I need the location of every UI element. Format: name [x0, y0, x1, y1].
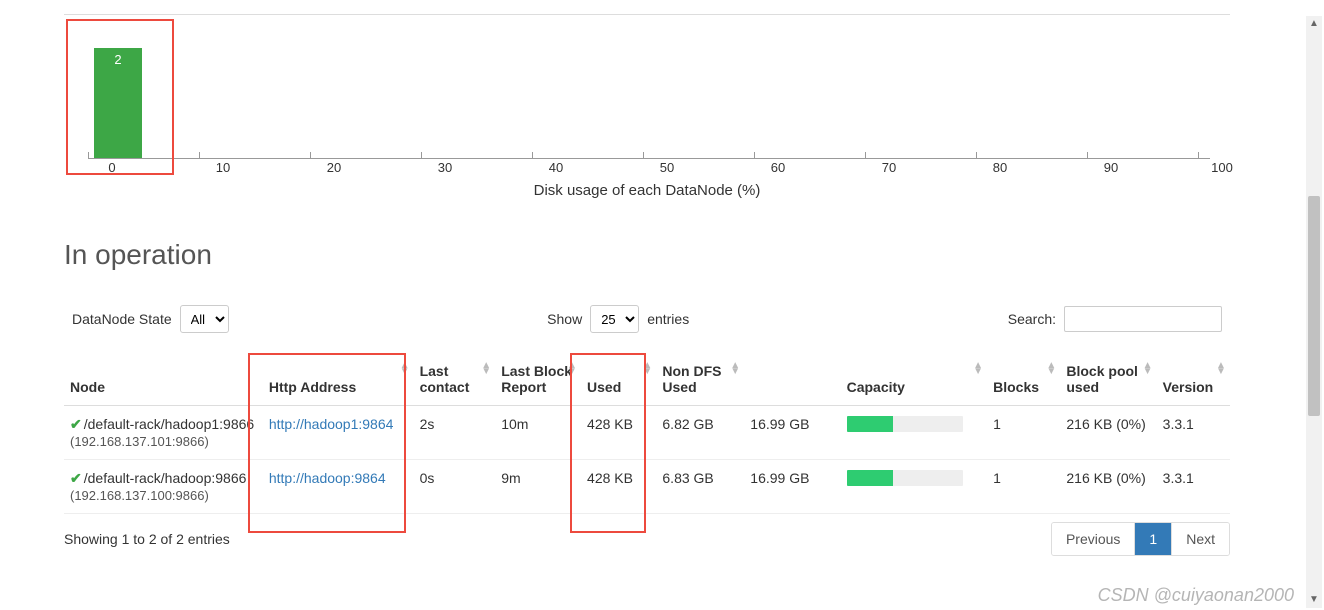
chart-x-tick: 0 — [108, 160, 115, 175]
search-input[interactable] — [1064, 306, 1222, 332]
cell-used: 428 KB — [581, 460, 656, 514]
col-non-dfs-used[interactable]: Non DFS Used▲▼ — [656, 355, 744, 406]
table-row: ✔/default-rack/hadoop:9866 (192.168.137.1… — [64, 460, 1230, 514]
chart-x-tick: 90 — [1104, 160, 1118, 175]
page-next[interactable]: Next — [1171, 523, 1229, 555]
datanode-state-select[interactable]: All — [180, 305, 229, 333]
cell-blocks: 1 — [987, 406, 1060, 460]
top-divider — [64, 14, 1230, 15]
cell-used: 428 KB — [581, 406, 656, 460]
col-block-pool-used[interactable]: Block pool used▲▼ — [1060, 355, 1156, 406]
sort-icon: ▲▼ — [481, 363, 491, 375]
capacity-bar — [847, 470, 963, 486]
cell-blocks: 1 — [987, 460, 1060, 514]
cell-non-dfs-used: 6.83 GB — [656, 460, 744, 514]
sort-icon: ▲▼ — [1143, 363, 1153, 375]
col-version[interactable]: Version▲▼ — [1157, 355, 1230, 406]
node-ip: (192.168.137.100:9866) — [70, 488, 209, 503]
cell-capacity-text: 16.99 GB — [744, 406, 840, 460]
chart-x-tick: 80 — [993, 160, 1007, 175]
node-path: /default-rack/hadoop1:9866 — [84, 416, 254, 432]
sort-icon: ▲▼ — [567, 363, 577, 375]
section-title: In operation — [64, 239, 1230, 271]
controls-row: DataNode State All Show 25 entries Searc… — [72, 305, 1222, 333]
node-ip: (192.168.137.101:9866) — [70, 434, 209, 449]
datanode-state-label: DataNode State — [72, 311, 172, 327]
sort-icon: ▲▼ — [642, 363, 652, 375]
scroll-up-arrow[interactable]: ▲ — [1306, 16, 1322, 32]
entries-label: entries — [647, 311, 689, 327]
show-entries-select[interactable]: 25 — [590, 305, 639, 333]
node-path: /default-rack/hadoop:9866 — [84, 470, 247, 486]
col-used[interactable]: Used▲▼ — [581, 355, 656, 406]
chart-x-tick: 100 — [1211, 160, 1233, 175]
sort-icon: ▲▼ — [1046, 363, 1056, 375]
col-last-contact[interactable]: Last contact▲▼ — [414, 355, 496, 406]
search-label: Search: — [1008, 311, 1056, 327]
http-address-link[interactable]: http://hadoop:9864 — [269, 470, 386, 486]
cell-last-block-report: 9m — [495, 460, 581, 514]
table-footer: Showing 1 to 2 of 2 entries Previous 1 N… — [64, 522, 1230, 556]
show-label: Show — [547, 311, 582, 327]
col-node[interactable]: Node — [64, 355, 263, 406]
cell-block-pool-used: 216 KB (0%) — [1060, 460, 1156, 514]
cell-version: 3.3.1 — [1157, 406, 1230, 460]
chart-x-tick: 10 — [216, 160, 230, 175]
chart-x-tick: 30 — [438, 160, 452, 175]
datanode-table-wrapper: Node Http Address▲▼ Last contact▲▼ Last … — [64, 355, 1230, 514]
cell-non-dfs-used: 6.82 GB — [656, 406, 744, 460]
vertical-scrollbar[interactable]: ▲ ▼ — [1306, 16, 1322, 608]
disk-usage-chart: 0102030405060708090100 2 Disk usage of e… — [64, 19, 1230, 179]
chart-x-tick: 50 — [660, 160, 674, 175]
col-capacity[interactable]: Capacity▲▼ — [841, 355, 988, 406]
capacity-bar — [847, 416, 963, 432]
cell-last-contact: 0s — [414, 460, 496, 514]
sort-icon: ▲▼ — [973, 363, 983, 375]
scroll-thumb[interactable] — [1308, 196, 1320, 416]
status-check-icon: ✔ — [70, 470, 82, 486]
pagination: Previous 1 Next — [1051, 522, 1230, 556]
page-1[interactable]: 1 — [1134, 523, 1171, 555]
sort-icon: ▲▼ — [730, 363, 740, 375]
col-blocks[interactable]: Blocks▲▼ — [987, 355, 1060, 406]
http-address-link[interactable]: http://hadoop1:9864 — [269, 416, 394, 432]
cell-block-pool-used: 216 KB (0%) — [1060, 406, 1156, 460]
chart-bar: 2 — [94, 48, 142, 158]
chart-x-tick: 60 — [771, 160, 785, 175]
chart-x-tick: 20 — [327, 160, 341, 175]
cell-last-block-report: 10m — [495, 406, 581, 460]
table-row: ✔/default-rack/hadoop1:9866 (192.168.137.… — [64, 406, 1230, 460]
col-last-block-report[interactable]: Last Block Report▲▼ — [495, 355, 581, 406]
status-check-icon: ✔ — [70, 416, 82, 432]
sort-icon: ▲▼ — [400, 363, 410, 375]
sort-icon: ▲▼ — [1216, 363, 1226, 375]
cell-capacity-text: 16.99 GB — [744, 460, 840, 514]
chart-x-tick: 40 — [549, 160, 563, 175]
cell-version: 3.3.1 — [1157, 460, 1230, 514]
cell-last-contact: 2s — [414, 406, 496, 460]
scroll-down-arrow[interactable]: ▼ — [1306, 592, 1322, 608]
col-http-address[interactable]: Http Address▲▼ — [263, 355, 414, 406]
page-previous[interactable]: Previous — [1052, 523, 1134, 555]
col-capacity-text[interactable]: Cap — [744, 355, 840, 406]
chart-x-label: Disk usage of each DataNode (%) — [64, 182, 1230, 199]
datanode-table: Node Http Address▲▼ Last contact▲▼ Last … — [64, 355, 1230, 514]
table-info: Showing 1 to 2 of 2 entries — [64, 531, 230, 547]
chart-x-tick: 70 — [882, 160, 896, 175]
